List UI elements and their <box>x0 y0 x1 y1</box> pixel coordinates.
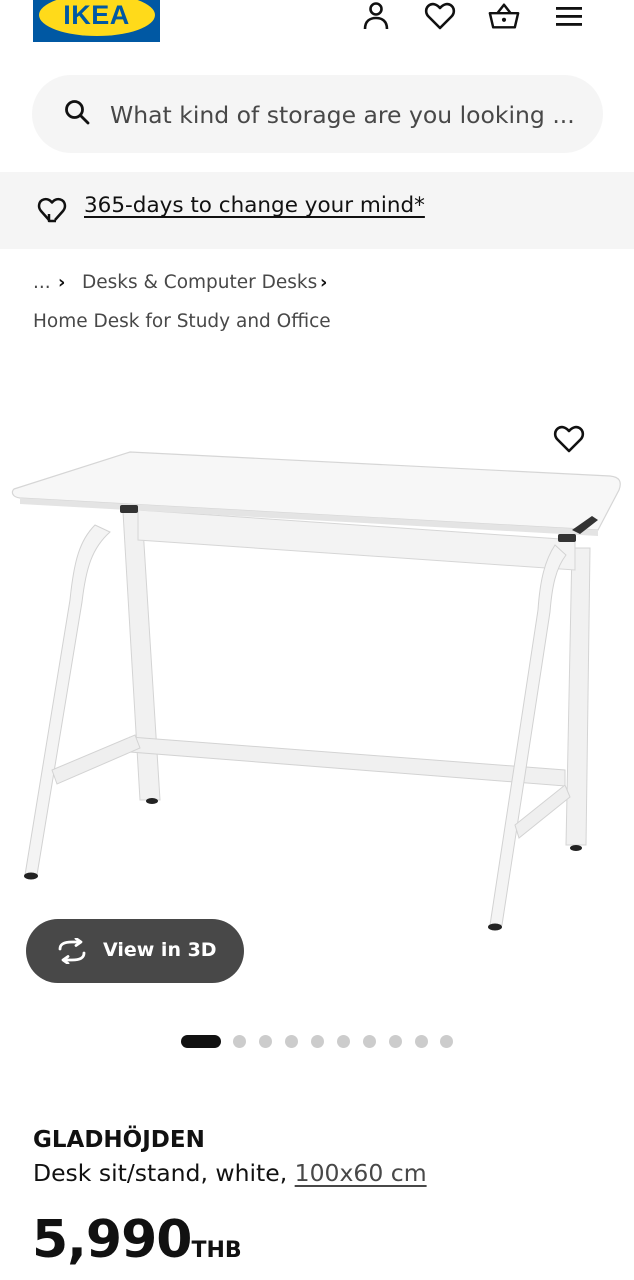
carousel-dot[interactable] <box>440 1035 453 1048</box>
add-to-wishlist-heart-icon[interactable] <box>553 424 585 454</box>
price-value: 5,990 <box>32 1210 192 1270</box>
product-size-link[interactable]: 100x60 cm <box>295 1159 427 1187</box>
shopping-basket-icon[interactable] <box>488 0 520 32</box>
promo-link[interactable]: 365-days to change your mind* <box>84 193 425 218</box>
logo-text: IKEA <box>63 0 130 30</box>
site-header: IKEA <box>0 0 634 58</box>
search-input[interactable] <box>110 95 590 135</box>
view-in-3d-button[interactable]: View in 3D <box>26 919 244 983</box>
product-name: GLADHÖJDEN <box>33 1127 205 1153</box>
carousel-dot[interactable] <box>285 1035 298 1048</box>
rotate-3d-icon <box>54 937 90 965</box>
menu-hamburger-icon[interactable] <box>553 0 585 32</box>
carousel-dot[interactable] <box>415 1035 428 1048</box>
carousel-dot-active[interactable] <box>181 1035 221 1048</box>
logo-oval: IKEA <box>38 0 155 36</box>
ikea-logo[interactable]: IKEA <box>33 0 160 42</box>
carousel-dot[interactable] <box>363 1035 376 1048</box>
carousel-dot[interactable] <box>311 1035 324 1048</box>
account-icon[interactable] <box>360 0 392 32</box>
breadcrumb-ellipsis[interactable]: ... <box>33 272 51 293</box>
chevron-right-icon: › <box>58 272 66 293</box>
return-arrow-icon <box>36 196 68 226</box>
breadcrumb-current[interactable]: Home Desk for Study and Office <box>33 311 331 332</box>
chevron-right-icon: › <box>320 272 328 293</box>
product-description: Desk sit/stand, white, 100x60 cm <box>33 1159 427 1187</box>
product-image[interactable] <box>0 380 634 940</box>
breadcrumb-category[interactable]: Desks & Computer Desks <box>82 272 317 293</box>
search-icon[interactable] <box>63 98 91 126</box>
wishlist-heart-icon[interactable] <box>424 0 456 32</box>
view-in-3d-label: View in 3D <box>103 939 217 961</box>
carousel-dot[interactable] <box>259 1035 272 1048</box>
product-price: 5,990THB <box>32 1210 242 1270</box>
price-currency: THB <box>191 1238 242 1263</box>
product-description-text: Desk sit/stand, white, <box>33 1159 295 1187</box>
carousel-dot[interactable] <box>233 1035 246 1048</box>
carousel-dot[interactable] <box>337 1035 350 1048</box>
carousel-dot[interactable] <box>389 1035 402 1048</box>
